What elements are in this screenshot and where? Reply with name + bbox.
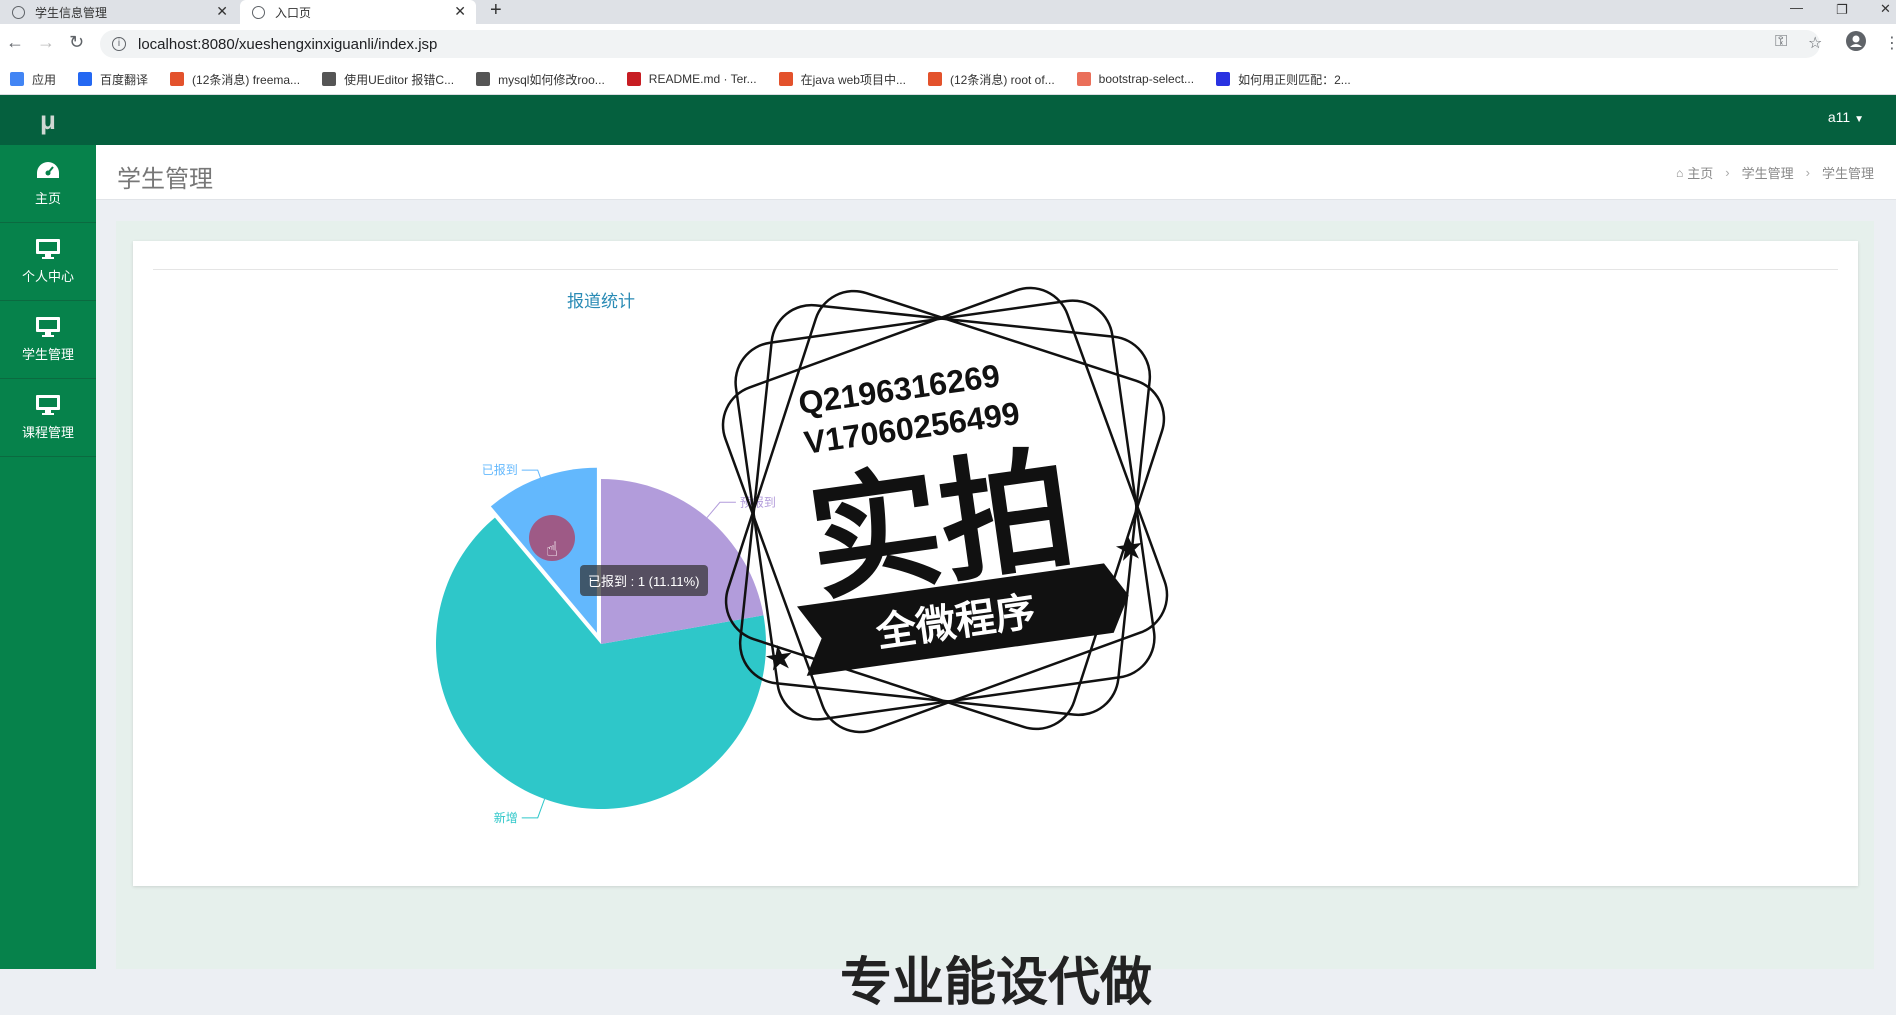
pie-slice-label: 已报到: [482, 462, 518, 477]
overlay-text: 专业能设代做: [840, 954, 1153, 1012]
pie-label-line: [521, 798, 546, 819]
hand-pointer-icon: ☝: [546, 539, 558, 561]
chart-tooltip: 已报到 : 1 (11.11%): [580, 565, 708, 596]
watermark-stamp: Q219631626​9 V17060256499 实拍 全微程序 ★ ★: [721, 286, 1169, 734]
star-icon: ★: [762, 638, 797, 680]
pie-slice-label: 新增: [494, 810, 518, 825]
star-icon: ★: [1112, 528, 1147, 570]
